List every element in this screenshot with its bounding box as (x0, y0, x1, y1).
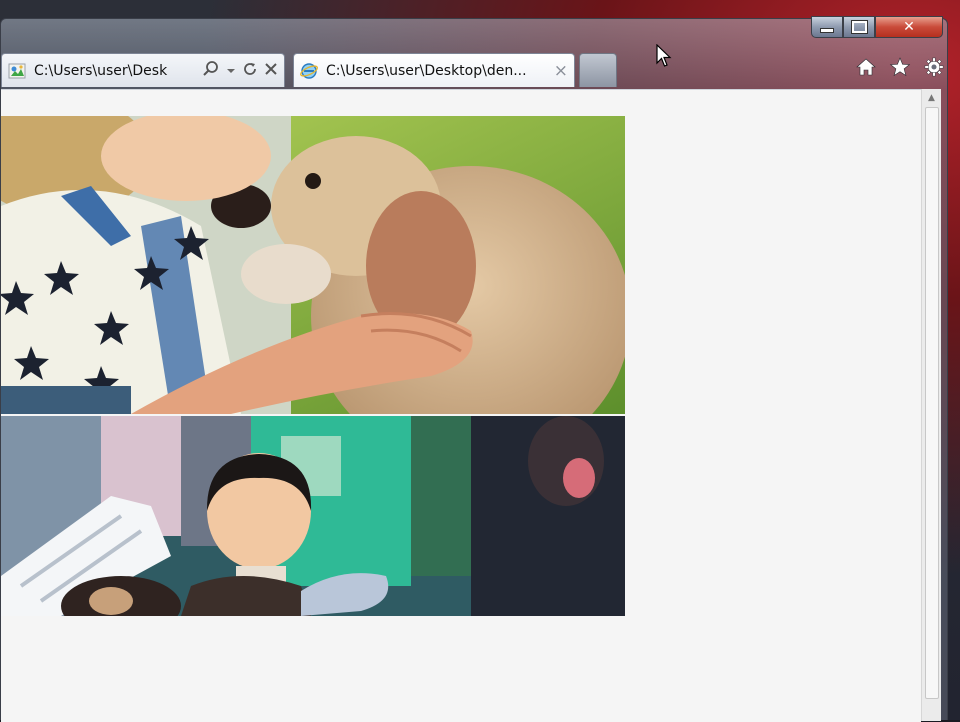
tab-page[interactable]: C:\Users\user\Desktop\den... × (293, 53, 575, 87)
scroll-thumb[interactable] (925, 107, 939, 699)
maximize-button[interactable] (843, 16, 875, 38)
child-kissing-puppy-photo (1, 116, 625, 414)
search-icon[interactable] (202, 60, 220, 82)
address-text[interactable]: C:\Users\user\Desk (34, 63, 196, 79)
close-icon: ✕ (903, 19, 915, 35)
tab-row: C:\Users\user\Desk C:\Users\user\Desktop… (1, 51, 949, 89)
vertical-scrollbar[interactable]: ▲ (921, 89, 941, 721)
tab-page-title: C:\Users\user\Desktop\den... (326, 62, 527, 79)
mouse-cursor-icon (656, 43, 672, 72)
address-bar[interactable]: C:\Users\user\Desk (1, 53, 285, 87)
scroll-up-arrow-icon[interactable]: ▲ (922, 89, 941, 107)
ie-page-icon (300, 62, 318, 80)
minimize-button[interactable] (811, 16, 843, 38)
favorites-star-icon[interactable] (889, 57, 911, 77)
dropdown-icon[interactable] (226, 62, 236, 80)
refresh-icon[interactable] (242, 61, 258, 81)
window-caption-buttons: ✕ (811, 16, 943, 40)
command-icons (855, 57, 945, 77)
page-content (1, 89, 921, 722)
close-tab-icon[interactable]: × (554, 61, 568, 81)
close-window-button[interactable]: ✕ (875, 16, 943, 38)
minimize-icon (820, 27, 834, 33)
maximize-icon (850, 20, 868, 34)
stop-icon[interactable] (264, 62, 278, 80)
toddler-with-chimpanzees-photo (1, 416, 625, 616)
browser-window: ✕ C:\Users\user\Desk C:\Users\user\Deskt… (0, 16, 949, 722)
new-tab-button[interactable] (579, 53, 617, 87)
home-icon[interactable] (855, 57, 877, 77)
ie-favicon-icon (8, 62, 26, 80)
tools-gear-icon[interactable] (923, 57, 945, 77)
